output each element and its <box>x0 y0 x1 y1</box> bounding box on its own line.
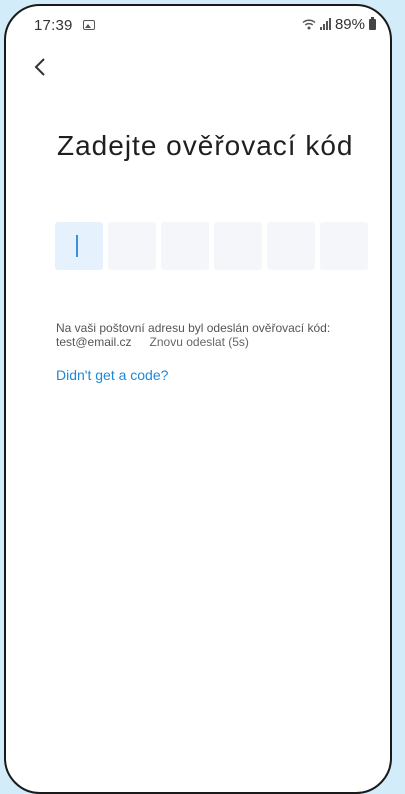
no-code-help-link[interactable]: Didn't get a code? <box>56 367 168 383</box>
email-address: test@email.cz <box>56 335 132 349</box>
signal-icon <box>319 18 331 30</box>
code-digit-1[interactable] <box>55 222 103 270</box>
battery-icon <box>369 16 376 30</box>
code-digit-5[interactable] <box>267 222 315 270</box>
gallery-icon <box>83 20 95 30</box>
phone-screen: 17:39 89% Zadejte ověřovací kód Na vaši … <box>4 4 392 794</box>
info-text: Na vaši poštovní adresu byl odeslán ověř… <box>56 321 330 349</box>
code-digit-3[interactable] <box>161 222 209 270</box>
back-button[interactable] <box>28 52 52 82</box>
wifi-icon <box>302 19 316 30</box>
code-digit-4[interactable] <box>214 222 262 270</box>
status-indicators: 89% <box>302 15 376 33</box>
info-line: Na vaši poštovní adresu byl odeslán ověř… <box>56 321 331 335</box>
verification-code-input[interactable] <box>55 222 368 270</box>
chevron-left-icon <box>34 58 45 76</box>
battery-percent: 89% <box>334 15 365 33</box>
code-digit-6[interactable] <box>320 222 368 270</box>
code-digit-2[interactable] <box>108 222 156 270</box>
text-caret <box>76 235 78 257</box>
resend-code-button[interactable]: Znovu odeslat (5s) <box>150 335 249 349</box>
page-title: Zadejte ověřovací kód <box>57 130 354 161</box>
status-time: 17:39 <box>34 17 73 34</box>
status-bar: 17:39 89% <box>6 6 390 40</box>
email-row: test@email.cz Znovu odeslat (5s) <box>56 335 330 349</box>
